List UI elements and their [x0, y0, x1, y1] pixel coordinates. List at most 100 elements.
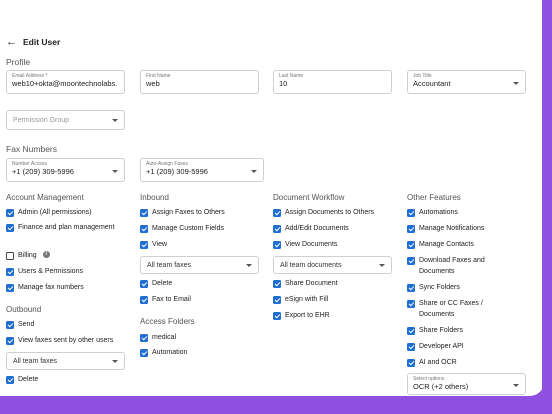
- checkbox-checked-icon: [6, 209, 14, 217]
- checkbox-view-documents[interactable]: View Documents: [273, 240, 337, 251]
- checkbox-checked-icon: [140, 349, 148, 357]
- checkbox-fax-to-email[interactable]: Fax to Email: [140, 295, 191, 306]
- checkbox-finance[interactable]: Finance and plan management: [6, 223, 126, 234]
- checkbox-view-faxes-others[interactable]: View faxes sent by other users: [6, 336, 113, 347]
- outbound-view-select[interactable]: All team faxes: [6, 352, 125, 370]
- checkbox-checked-icon: [273, 312, 281, 320]
- checkbox-checked-icon: [407, 343, 415, 351]
- checkbox-developer-api[interactable]: Developer API: [407, 342, 464, 353]
- profile-section-title: Profile: [6, 57, 31, 67]
- documents-view-select[interactable]: All team documents: [273, 256, 392, 274]
- checkbox-checked-icon: [140, 334, 148, 342]
- checkbox-inbound-delete[interactable]: Delete: [140, 279, 172, 290]
- checkbox-folder-medical[interactable]: medical: [140, 333, 176, 344]
- checkbox-billing[interactable]: Billing i: [6, 251, 50, 262]
- checkbox-outbound-delete[interactable]: Delete: [6, 375, 38, 386]
- chevron-down-icon: [112, 170, 118, 173]
- checkbox-folder-automation[interactable]: Automation: [140, 348, 187, 359]
- checkbox-ai-ocr[interactable]: AI and OCR: [407, 358, 457, 369]
- checkbox-manage-fax-numbers[interactable]: Manage fax numbers: [6, 283, 84, 294]
- checkbox-inbound-view[interactable]: View: [140, 240, 167, 251]
- edit-user-panel: ← Edit User Profile Email Address * web1…: [0, 0, 544, 396]
- checkbox-label: Share Folders: [419, 327, 463, 334]
- checkbox-manage-notifications[interactable]: Manage Notifications: [407, 224, 484, 235]
- job-title-value: Accountant: [413, 79, 451, 88]
- chevron-down-icon: [246, 263, 252, 267]
- chevron-down-icon: [513, 82, 519, 85]
- checkbox-checked-icon: [6, 337, 14, 345]
- last-name-field[interactable]: Last Name 10: [273, 70, 392, 94]
- page-title: Edit User: [23, 37, 61, 47]
- checkbox-assign-documents[interactable]: Assign Documents to Others: [273, 208, 374, 219]
- checkbox-label: medical: [152, 334, 177, 341]
- job-title-select[interactable]: Job Title Accountant: [407, 70, 526, 94]
- auto-assign-select[interactable]: Auto-Assign Faxes +1 (209) 309-5996: [140, 158, 264, 182]
- checkbox-label: Export to EHR: [285, 312, 330, 319]
- checkbox-esign-with-fill[interactable]: eSign with Fill: [273, 295, 328, 306]
- access-folders-title: Access Folders: [140, 317, 195, 326]
- first-name-value: web: [146, 79, 160, 88]
- other-features-title: Other Features: [407, 193, 461, 202]
- checkbox-checked-icon: [140, 280, 148, 288]
- checkbox-export-to-ehr[interactable]: Export to EHR: [273, 311, 330, 322]
- ai-ocr-options-select[interactable]: Select options OCR (+2 others): [407, 373, 526, 395]
- checkbox-download-faxes[interactable]: Download Faxes and Documents: [407, 256, 522, 277]
- inbound-view-select[interactable]: All team faxes: [140, 256, 259, 274]
- checkbox-checked-icon: [407, 359, 415, 367]
- checkbox-label: Billing: [18, 252, 37, 259]
- checkbox-assign-faxes[interactable]: Assign Faxes to Others: [140, 208, 225, 219]
- header: ← Edit User: [6, 37, 61, 48]
- checkbox-send[interactable]: Send: [6, 320, 34, 331]
- checkbox-checked-icon: [273, 280, 281, 288]
- chevron-down-icon: [379, 263, 385, 267]
- checkbox-checked-icon: [6, 376, 14, 384]
- checkbox-share-document[interactable]: Share Document: [273, 279, 338, 290]
- email-value: web10+okta@moontechnolabs.: [12, 79, 118, 88]
- email-field[interactable]: Email Address * web10+okta@moontechnolab…: [6, 70, 125, 94]
- checkbox-sync-folders[interactable]: Sync Folders: [407, 283, 460, 294]
- inbound-title: Inbound: [140, 193, 169, 202]
- checkbox-label: Fax to Email: [152, 296, 191, 303]
- checkbox-label: Manage Contacts: [419, 241, 474, 248]
- checkbox-checked-icon: [140, 209, 148, 217]
- document-workflow-title: Document Workflow: [273, 193, 345, 202]
- window-edge: [542, 0, 552, 414]
- checkbox-label: Developer API: [419, 343, 464, 350]
- back-arrow-icon[interactable]: ←: [6, 37, 17, 48]
- last-name-value: 10: [279, 79, 288, 88]
- checkbox-checked-icon: [407, 284, 415, 292]
- outbound-title: Outbound: [6, 305, 42, 314]
- checkbox-users-permissions[interactable]: Users & Permissions: [6, 267, 83, 278]
- permission-group-select[interactable]: Permission Group: [6, 110, 125, 130]
- checkbox-label: Sync Folders: [419, 284, 460, 291]
- checkbox-label: Manage Custom Fields: [152, 225, 224, 232]
- checkbox-checked-icon: [407, 300, 415, 308]
- checkbox-automations[interactable]: Automations: [407, 208, 458, 219]
- checkbox-share-cc[interactable]: Share or CC Faxes / Documents: [407, 299, 507, 320]
- checkbox-label: AI and OCR: [419, 359, 457, 366]
- checkbox-add-edit-documents[interactable]: Add/Edit Documents: [273, 224, 349, 235]
- checkbox-share-folders[interactable]: Share Folders: [407, 326, 463, 337]
- checkbox-checked-icon: [273, 209, 281, 217]
- documents-select-value: All team documents: [280, 261, 342, 269]
- outbound-select-value: All team faxes: [13, 357, 57, 365]
- checkbox-manage-custom-fields[interactable]: Manage Custom Fields: [140, 224, 224, 235]
- checkbox-checked-icon: [6, 284, 14, 292]
- checkbox-label: Assign Documents to Others: [285, 209, 375, 216]
- checkbox-label: Delete: [152, 280, 173, 287]
- permission-group-placeholder: Permission Group: [13, 116, 70, 124]
- number-access-select[interactable]: Number Access +1 (209) 309-5996: [6, 158, 125, 182]
- checkbox-manage-contacts[interactable]: Manage Contacts: [407, 240, 474, 251]
- checkbox-label: View: [152, 241, 168, 248]
- info-icon[interactable]: i: [42, 251, 50, 258]
- first-name-field[interactable]: First Name web: [140, 70, 259, 94]
- checkbox-label: Automation: [152, 349, 188, 356]
- checkbox-admin[interactable]: Admin (All permissions): [6, 208, 92, 219]
- checkbox-label: eSign with Fill: [285, 296, 329, 303]
- checkbox-checked-icon: [140, 225, 148, 233]
- account-management-title: Account Management: [6, 193, 84, 202]
- checkbox-checked-icon: [407, 257, 415, 265]
- checkbox-label: Share or CC Faxes / Documents: [419, 300, 483, 318]
- checkbox-checked-icon: [407, 209, 415, 217]
- checkbox-checked-icon: [273, 296, 281, 304]
